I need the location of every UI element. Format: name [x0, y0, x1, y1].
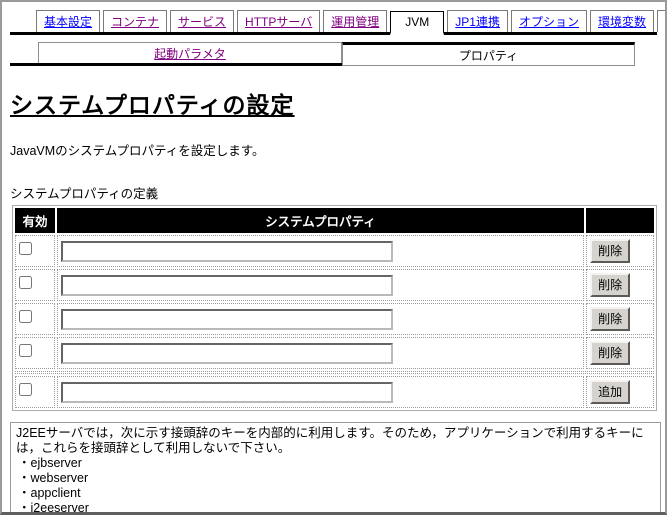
- add-row: 追加: [15, 376, 654, 408]
- app-window: 基本設定 コンテナ サービス HTTPサーバ 運用管理 JVM JP1連携 オプ…: [0, 0, 667, 515]
- note-item: ・ejbserver: [18, 456, 82, 470]
- system-property-input[interactable]: [60, 240, 393, 262]
- subtab-launch-parameters[interactable]: 起動パラメタ: [38, 42, 342, 63]
- enabled-checkbox[interactable]: [19, 276, 32, 289]
- header-enabled: 有効: [15, 208, 55, 233]
- page-title: システムプロパティの設定: [10, 92, 295, 118]
- subtab-property[interactable]: プロパティ: [342, 42, 635, 66]
- tab-http-server[interactable]: HTTPサーバ: [237, 10, 321, 32]
- tab-operation-management[interactable]: 運用管理: [323, 10, 388, 32]
- page-description: JavaVMのシステムプロパティを設定します。: [10, 144, 265, 158]
- table-row: 削除: [15, 303, 654, 335]
- main-tab-bar: 基本設定 コンテナ サービス HTTPサーバ 運用管理 JVM JP1連携 オプ…: [10, 10, 665, 35]
- note-item: ・j2eeserver: [18, 501, 89, 515]
- table-row: 削除: [15, 235, 654, 267]
- enabled-checkbox[interactable]: [19, 242, 32, 255]
- sub-tab-bar: 起動パラメタ プロパティ: [10, 42, 635, 66]
- tab-basic-settings[interactable]: 基本設定: [36, 10, 101, 32]
- tab-load[interactable]: 読み込み: [657, 10, 665, 32]
- enabled-checkbox[interactable]: [19, 383, 32, 396]
- add-button[interactable]: 追加: [590, 380, 631, 404]
- system-property-input[interactable]: [60, 342, 393, 364]
- delete-button[interactable]: 削除: [590, 273, 631, 297]
- separator-row: [15, 371, 654, 374]
- table-caption: システムプロパティの定義: [10, 187, 159, 201]
- delete-button[interactable]: 削除: [590, 239, 631, 263]
- new-system-property-input[interactable]: [60, 381, 393, 403]
- note-intro: J2EEサーバでは，次に示す接頭辞のキーを内部的に利用します。そのため，アプリケ…: [16, 426, 644, 455]
- subtab-left-wrap: 起動パラメタ: [10, 42, 342, 66]
- tab-container[interactable]: コンテナ: [103, 10, 168, 32]
- delete-button[interactable]: 削除: [590, 341, 631, 365]
- header-property: システムプロパティ: [56, 208, 585, 233]
- system-property-input[interactable]: [60, 308, 393, 330]
- enabled-checkbox[interactable]: [19, 310, 32, 323]
- tab-jp1-link[interactable]: JP1連携: [447, 10, 508, 32]
- tab-environment-variables[interactable]: 環境変数: [589, 10, 654, 32]
- page-content: システムプロパティの設定 JavaVMのシステムプロパティを設定します。 システ…: [2, 86, 665, 515]
- tab-service[interactable]: サービス: [170, 10, 235, 32]
- tab-options[interactable]: オプション: [510, 10, 587, 32]
- table-header-row: 有効 システムプロパティ: [15, 208, 654, 233]
- table-row: 削除: [15, 337, 654, 369]
- enabled-checkbox[interactable]: [19, 344, 32, 357]
- note-item: ・appclient: [18, 486, 81, 500]
- prefix-note-box: J2EEサーバでは，次に示す接頭辞のキーを内部的に利用します。そのため，アプリケ…: [10, 422, 661, 515]
- tab-jvm[interactable]: JVM: [390, 11, 445, 35]
- system-property-input[interactable]: [60, 274, 393, 296]
- header-action: [586, 208, 654, 233]
- delete-button[interactable]: 削除: [590, 307, 631, 331]
- system-property-table: 有効 システムプロパティ 削除 削除 削除 削除 追加: [12, 205, 657, 411]
- table-row: 削除: [15, 269, 654, 301]
- note-item: ・webserver: [18, 471, 89, 485]
